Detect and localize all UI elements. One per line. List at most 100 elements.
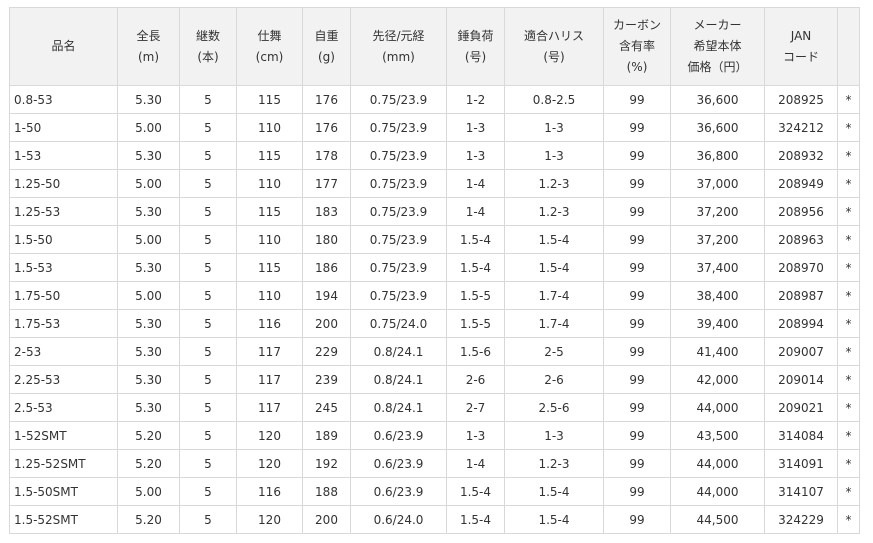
cell-tip-butt-diameter: 0.6/23.9 [350, 421, 447, 450]
cell-mark: * [837, 281, 860, 310]
cell-length: 5.20 [117, 449, 180, 478]
cell-carbon: 99 [603, 281, 671, 310]
cell-sections: 5 [179, 169, 237, 198]
cell-sinker-load: 1-3 [446, 141, 505, 170]
cell-weight: 229 [302, 337, 351, 366]
cell-tip-butt-diameter: 0.6/23.9 [350, 477, 447, 506]
table-row: 2.5-53 5.30 5 117 245 0.8/24.1 2-7 2.5-6 99 44,00… [9, 393, 860, 422]
cell-name: 0.8-53 [9, 85, 118, 114]
cell-jan: 314091 [764, 449, 838, 478]
header-closed-length: 仕舞 (cm) [236, 7, 303, 86]
cell-sinker-load: 1-4 [446, 169, 505, 198]
cell-price: 39,400 [670, 309, 765, 338]
cell-closed-length: 115 [236, 197, 303, 226]
header-line: メーカー [693, 18, 742, 32]
cell-closed-length: 117 [236, 337, 303, 366]
cell-weight: 176 [302, 113, 351, 142]
cell-length: 5.30 [117, 85, 180, 114]
header-line: カーボン [612, 18, 661, 32]
header-line: 価格（円） [687, 60, 748, 74]
cell-name: 2.5-53 [9, 393, 118, 422]
cell-length: 5.00 [117, 169, 180, 198]
cell-tip-butt-diameter: 0.75/23.9 [350, 253, 447, 282]
cell-weight: 194 [302, 281, 351, 310]
cell-weight: 192 [302, 449, 351, 478]
cell-name: 1.5-50SMT [9, 477, 118, 506]
cell-jan: 208970 [764, 253, 838, 282]
table-row: 1.5-50SMT 5.00 5 116 188 0.6/23.9 1.5-4 1.5-4 99… [9, 477, 860, 506]
table-row: 1.5-50 5.00 5 110 180 0.75/23.9 1.5-4 1.5-4 99 37… [9, 225, 860, 254]
header-row: 品名 全長 (m) 継数 (本) 仕舞 (cm) 自重 (g) 先径/元経 (mm) 錘負荷 (号) 適合… [9, 7, 860, 86]
cell-name: 1.5-53 [9, 253, 118, 282]
cell-carbon: 99 [603, 477, 671, 506]
cell-leader: 2.5-6 [504, 393, 604, 422]
cell-sections: 5 [179, 85, 237, 114]
header-line: 継数 [195, 28, 220, 43]
cell-mark: * [837, 141, 860, 170]
cell-mark: * [837, 85, 860, 114]
header-line: (cm) [255, 49, 284, 64]
header-jan: JAN コード [764, 7, 838, 86]
table-row: 1-53 5.30 5 115 178 0.75/23.9 1-3 1-3 99 36,800 20… [9, 141, 860, 170]
cell-name: 1-50 [9, 113, 118, 142]
cell-jan: 324229 [764, 505, 838, 534]
cell-sinker-load: 1.5-4 [446, 225, 505, 254]
table-row: 1.75-53 5.30 5 116 200 0.75/24.0 1.5-5 1.7-4 99 3… [9, 309, 860, 338]
cell-mark: * [837, 421, 860, 450]
cell-sinker-load: 1.5-5 [446, 309, 505, 338]
cell-jan: 208932 [764, 141, 838, 170]
cell-mark: * [837, 197, 860, 226]
cell-sections: 5 [179, 477, 237, 506]
cell-weight: 178 [302, 141, 351, 170]
cell-jan: 209014 [764, 365, 838, 394]
cell-leader: 1.7-4 [504, 281, 604, 310]
cell-length: 5.30 [117, 393, 180, 422]
cell-leader: 1.2-3 [504, 197, 604, 226]
cell-closed-length: 115 [236, 141, 303, 170]
table-row: 0.8-53 5.30 5 115 176 0.75/23.9 1-2 0.8-2.5 99 36… [9, 85, 860, 114]
cell-length: 5.30 [117, 337, 180, 366]
cell-sections: 5 [179, 225, 237, 254]
cell-jan: 208956 [764, 197, 838, 226]
table-row: 1.5-52SMT 5.20 5 120 200 0.6/24.0 1.5-4 1.5-4 99… [9, 505, 860, 534]
cell-price: 37,200 [670, 225, 765, 254]
table-row: 1.75-50 5.00 5 110 194 0.75/23.9 1.5-5 1.7-4 99 3… [9, 281, 860, 310]
cell-sections: 5 [179, 505, 237, 534]
cell-jan: 209021 [764, 393, 838, 422]
cell-sections: 5 [179, 365, 237, 394]
cell-leader: 1.5-4 [504, 505, 604, 534]
cell-sections: 5 [179, 281, 237, 310]
cell-price: 44,000 [670, 477, 765, 506]
table-row: 1.25-52SMT 5.20 5 120 192 0.6/23.9 1-4 1.2-3 99 4… [9, 449, 860, 478]
cell-closed-length: 120 [236, 449, 303, 478]
cell-price: 36,600 [670, 113, 765, 142]
cell-mark: * [837, 169, 860, 198]
cell-jan: 208987 [764, 281, 838, 310]
cell-weight: 177 [302, 169, 351, 198]
header-line: 全長 [136, 28, 161, 43]
cell-length: 5.30 [117, 197, 180, 226]
header-line: 品名 [51, 39, 76, 53]
cell-leader: 2-5 [504, 337, 604, 366]
cell-jan: 208949 [764, 169, 838, 198]
cell-tip-butt-diameter: 0.8/24.1 [350, 393, 447, 422]
cell-closed-length: 110 [236, 113, 303, 142]
cell-sections: 5 [179, 337, 237, 366]
cell-sinker-load: 1-3 [446, 421, 505, 450]
cell-carbon: 99 [603, 449, 671, 478]
cell-tip-butt-diameter: 0.75/23.9 [350, 113, 447, 142]
cell-price: 38,400 [670, 281, 765, 310]
cell-name: 1.75-53 [9, 309, 118, 338]
cell-jan: 324212 [764, 113, 838, 142]
header-line: (号) [464, 49, 487, 64]
cell-price: 43,500 [670, 421, 765, 450]
cell-sinker-load: 1-4 [446, 197, 505, 226]
cell-mark: * [837, 113, 860, 142]
cell-length: 5.00 [117, 113, 180, 142]
cell-price: 44,000 [670, 449, 765, 478]
table-header: 品名 全長 (m) 継数 (本) 仕舞 (cm) 自重 (g) 先径/元経 (mm) 錘負荷 (号) 適合… [9, 7, 860, 86]
cell-sinker-load: 1.5-4 [446, 505, 505, 534]
table-row: 1-50 5.00 5 110 176 0.75/23.9 1-3 1-3 99 36,600 32… [9, 113, 860, 142]
cell-sinker-load: 2-6 [446, 365, 505, 394]
cell-sinker-load: 1.5-5 [446, 281, 505, 310]
